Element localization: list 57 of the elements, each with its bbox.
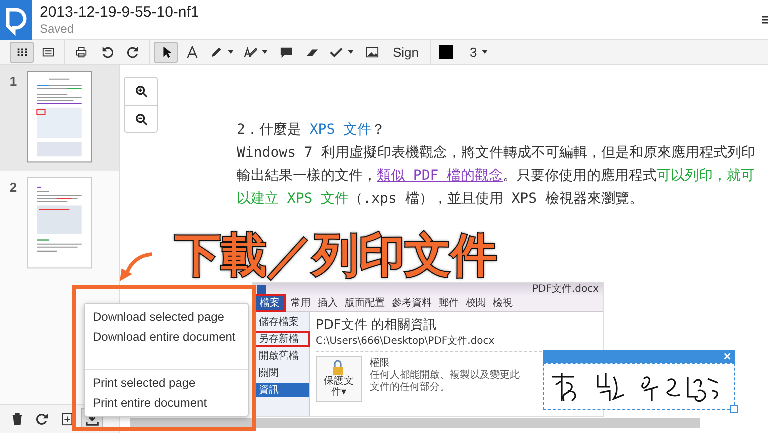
page-thumbnail-drawing[interactable]	[27, 71, 92, 163]
horizontal-scrollbar[interactable]	[130, 418, 700, 428]
insert-page-icon	[60, 412, 74, 426]
screenshot-section-title: 權限	[370, 356, 391, 370]
page-number: 2	[8, 179, 18, 195]
menu-icon[interactable]	[762, 14, 768, 24]
word-app-icon	[257, 284, 266, 294]
rotate-icon	[36, 412, 48, 426]
page-thumbnail-row[interactable]: 2	[0, 171, 119, 277]
pen-icon	[244, 46, 257, 58]
zoom-in-icon	[134, 85, 148, 98]
resize-handle[interactable]	[730, 405, 738, 413]
menu-item[interactable]: Download entire document	[85, 327, 248, 347]
redo-icon	[126, 46, 140, 58]
menu-item[interactable]: Download selected page	[85, 307, 248, 327]
undo-icon	[100, 46, 114, 58]
printer-icon	[74, 46, 88, 58]
screenshot-file-name: PDF文件.docx	[532, 282, 599, 296]
caret-icon	[482, 50, 488, 54]
ribbon-tab-label: 校閱	[466, 296, 486, 310]
ribbon-tab-label: 常用	[291, 296, 311, 310]
signature-box[interactable]	[543, 350, 735, 410]
image-icon	[366, 46, 378, 58]
stroke-width-dropdown[interactable]: 3	[463, 42, 496, 62]
grid-view-button[interactable]	[10, 42, 34, 62]
pencil-icon	[210, 46, 223, 58]
page-number: 1	[8, 73, 18, 89]
text-icon	[186, 46, 198, 58]
zoom-out-icon	[134, 112, 148, 126]
section-heading: 2．什麼是 XPS 文件？	[237, 121, 387, 140]
screenshot-section-text: 任何人都能開啟、複製以及變更此文件的任何部分。	[370, 370, 520, 394]
checkmark-icon	[330, 46, 343, 58]
caret-icon	[262, 50, 268, 54]
screenshot-heading: PDF文件 的相關資訊	[316, 317, 438, 334]
menu-item[interactable]: Print entire document	[85, 393, 248, 413]
caret-icon	[348, 50, 354, 54]
caret-icon	[228, 50, 234, 54]
document-title: 2013-12-19-9-55-10-nf1	[40, 4, 200, 22]
list-icon	[42, 46, 54, 58]
page-thumbnail-row[interactable]: 1	[0, 65, 119, 171]
ribbon-tab-label: 版面配置	[345, 296, 385, 310]
stroke-color-swatch[interactable]	[439, 45, 454, 59]
sign-button[interactable]: Sign	[386, 42, 426, 62]
annotation-title: 下載／列印文件	[175, 227, 497, 284]
menu-item[interactable]: Print selected page	[85, 373, 248, 393]
trash-icon	[10, 412, 24, 426]
save-status: Saved	[40, 22, 76, 36]
cursor-tool-button[interactable]	[154, 42, 178, 62]
page-thumbnail-drawing[interactable]	[27, 177, 92, 269]
ribbon-tab-label: 插入	[318, 296, 338, 310]
paragraph-text: Windows 7 利用虛擬印表機觀念，將文件轉成不可編輯，但是和原來應用程式列印輸出結果一樣的文件，類似 PDF 檔的觀念。只要你使用的應用程式可以列印，就可以建立 XPS 文件（.xps 檔），並且使用 XPS 檢視器來瀏覽。	[237, 144, 756, 209]
ribbon-tab-label: 郵件	[439, 296, 459, 310]
text-link[interactable]: 類似 PDF 檔的觀念	[377, 168, 504, 184]
close-icon[interactable]	[723, 352, 732, 361]
ribbon-tab-label: 參考資料	[392, 296, 432, 310]
comment-icon	[280, 46, 292, 58]
ribbon-tab-label: 檢視	[493, 296, 513, 310]
